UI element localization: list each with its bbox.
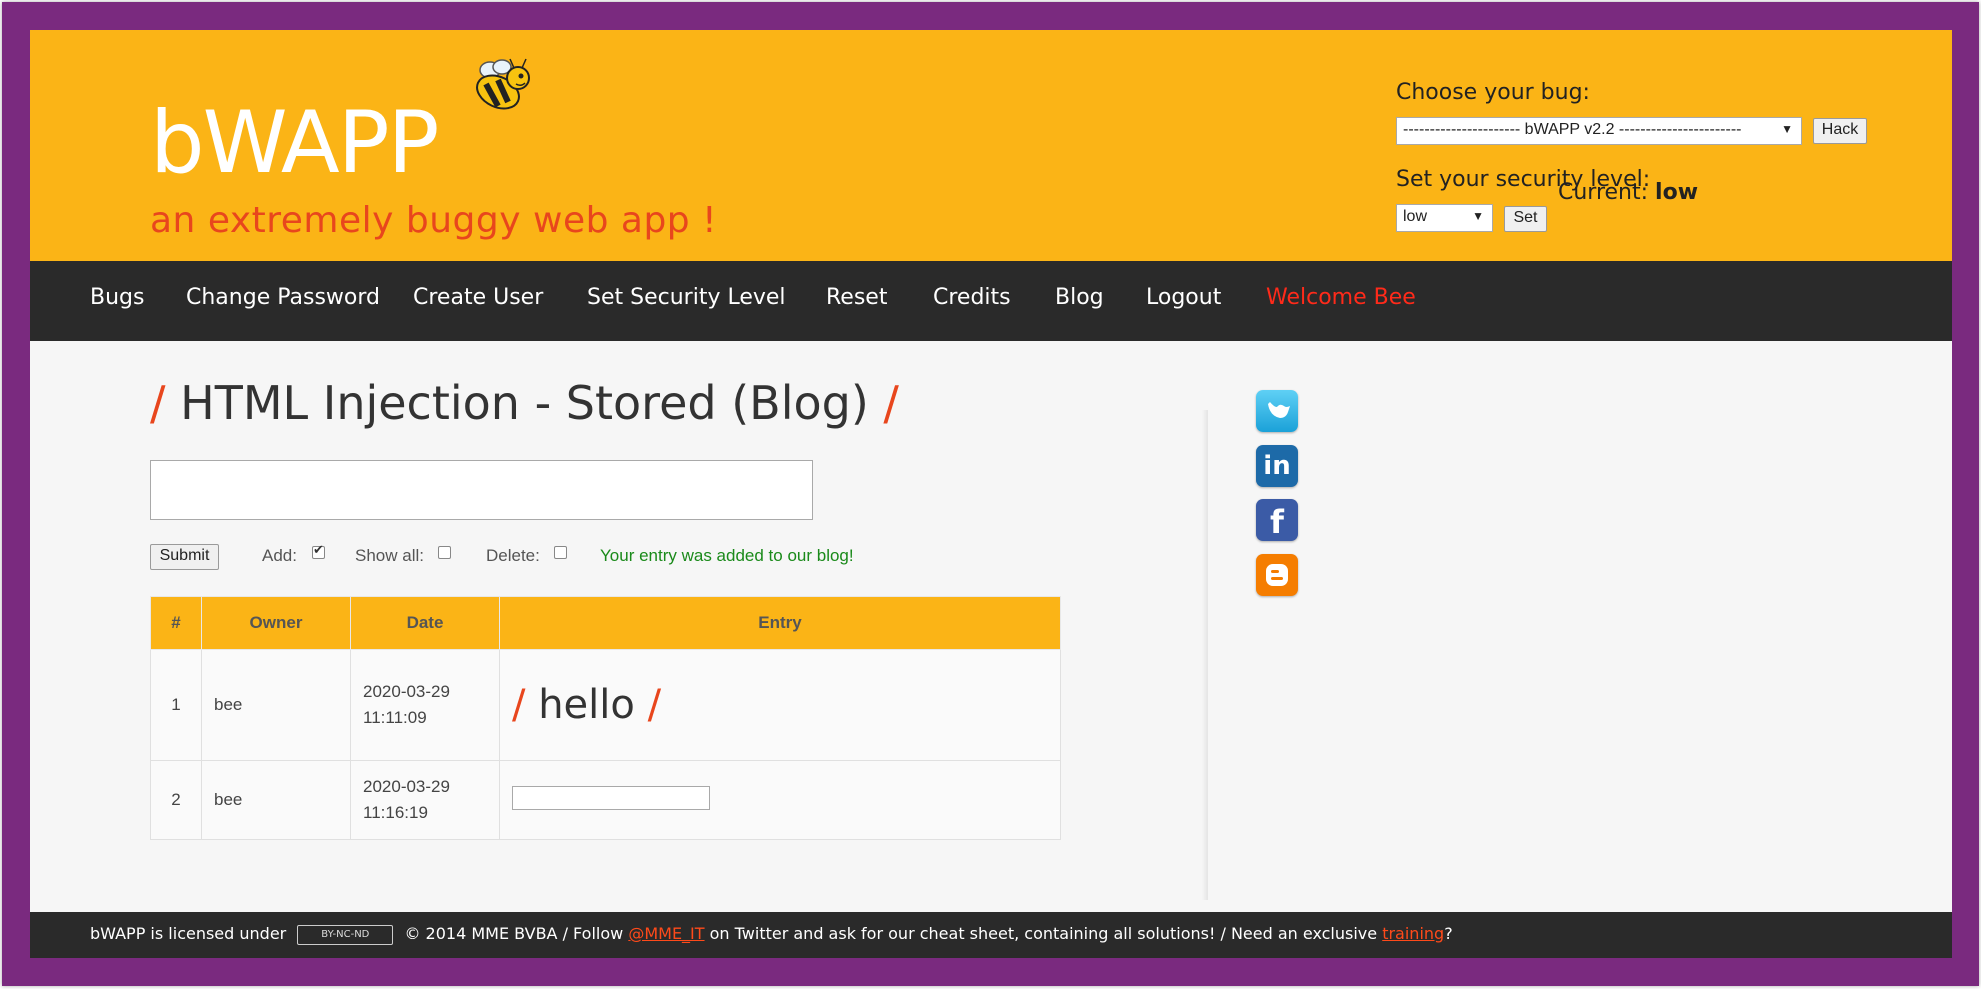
col-num-header: # (150, 596, 202, 650)
footer: bWAPP is licensed under BY-NC-ND © 2014 … (30, 912, 1952, 958)
set-button[interactable]: Set (1504, 206, 1547, 232)
twitter-icon[interactable] (1256, 390, 1298, 432)
table-row: 1 bee 2020-03-29 11:11:09 / hello / (150, 649, 1061, 761)
entry-slash-right: / (647, 682, 662, 728)
blogger-icon[interactable] (1256, 554, 1298, 596)
delete-checkbox[interactable] (554, 546, 567, 559)
nav-credits[interactable]: Credits (933, 285, 1011, 310)
cc-license-badge[interactable]: BY-NC-ND (297, 924, 394, 945)
row-date: 2020-03-29 11:16:19 (350, 760, 500, 840)
nav-blog[interactable]: Blog (1055, 285, 1104, 310)
show-all-checkbox[interactable] (438, 546, 451, 559)
training-link[interactable]: training (1382, 924, 1444, 943)
col-entry-header: Entry (499, 596, 1061, 650)
footer-text: bWAPP is licensed under BY-NC-ND © 2014 … (90, 924, 1453, 945)
logo: bWAPP (150, 93, 439, 193)
row-date-day: 2020-03-29 (363, 777, 450, 796)
sidebar-divider (1202, 410, 1208, 900)
table-row: 2 bee 2020-03-29 11:16:19 (150, 760, 1061, 840)
row-date: 2020-03-29 11:11:09 (350, 649, 500, 761)
entry-slash-left: / (512, 682, 526, 728)
row-date-time: 11:11:09 (363, 708, 427, 727)
page: bWAPP an extremely buggy web app ! Choos… (30, 30, 1952, 958)
footer-cheat-sheet-text: on Twitter and ask for our cheat sheet, … (709, 924, 1378, 943)
bug-select[interactable]: ---------------------- bWAPP v2.2 ------… (1396, 117, 1802, 145)
row-entry: / hello / (499, 649, 1061, 761)
footer-license-text: bWAPP is licensed under (90, 924, 287, 943)
tagline: an extremely buggy web app ! (150, 200, 718, 241)
row-owner: bee (201, 760, 351, 840)
row-num: 1 (150, 649, 202, 761)
window-frame: bWAPP an extremely buggy web app ! Choos… (2, 2, 1979, 986)
security-select[interactable]: low ▼ (1396, 204, 1493, 232)
title-slash-left: / (150, 376, 166, 430)
blogger-b-icon (1266, 564, 1288, 586)
security-select-value: low (1403, 208, 1428, 225)
add-checkbox[interactable] (312, 543, 325, 559)
current-value: low (1655, 180, 1699, 205)
col-date-header: Date (350, 596, 500, 650)
linkedin-icon[interactable]: in (1256, 445, 1298, 487)
add-label: Add: (262, 546, 297, 565)
twitter-link[interactable]: @MME_IT (628, 924, 704, 943)
hack-button[interactable]: Hack (1813, 118, 1867, 144)
status-message: Your entry was added to our blog! (600, 546, 854, 565)
table-header-row: # Owner Date Entry (150, 596, 1061, 650)
nav-change-password[interactable]: Change Password (186, 285, 380, 310)
nav-create-user[interactable]: Create User (413, 285, 543, 310)
submit-button[interactable]: Submit (150, 544, 219, 570)
blog-entry-textarea[interactable] (150, 460, 813, 520)
footer-copyright-text: © 2014 MME BVBA / Follow (404, 924, 624, 943)
current-label: Current: (1558, 180, 1649, 205)
bug-select-value: ---------------------- bWAPP v2.2 ------… (1403, 121, 1742, 138)
nav-reset[interactable]: Reset (826, 285, 887, 310)
blog-table: # Owner Date Entry 1 bee 2020-03-29 11:1… (150, 596, 1061, 840)
col-owner-header: Owner (201, 596, 351, 650)
page-title-text: HTML Injection - Stored (Blog) (180, 376, 869, 430)
row-owner: bee (201, 649, 351, 761)
row-num: 2 (150, 760, 202, 840)
injected-input-field[interactable] (512, 785, 710, 810)
bee-icon (476, 58, 530, 110)
choose-bug-label: Choose your bug: (1396, 80, 1590, 105)
row-date-day: 2020-03-29 (363, 682, 450, 701)
title-slash-right: / (883, 376, 899, 430)
facebook-icon[interactable]: f (1256, 499, 1298, 541)
nav-bar: Bugs Change Password Create User Set Sec… (30, 261, 1952, 341)
footer-end-text: ? (1444, 924, 1453, 943)
row-entry (499, 760, 1061, 840)
nav-set-security-level[interactable]: Set Security Level (587, 285, 786, 310)
twitter-bird-icon (1268, 402, 1290, 418)
entry-heading: / hello / (512, 682, 661, 728)
entry-text: hello (538, 682, 635, 728)
row-date-time: 11:16:19 (363, 803, 428, 822)
chevron-down-icon: ▼ (1472, 209, 1484, 223)
chevron-down-icon: ▼ (1781, 122, 1793, 136)
header: bWAPP an extremely buggy web app ! Choos… (30, 30, 1952, 261)
delete-label: Delete: (486, 546, 540, 565)
nav-logout[interactable]: Logout (1146, 285, 1221, 310)
page-title: / HTML Injection - Stored (Blog) / (150, 380, 899, 426)
nav-welcome[interactable]: Welcome Bee (1266, 285, 1416, 310)
show-all-label: Show all: (355, 546, 424, 565)
current-level: Current: low (1558, 180, 1698, 205)
nav-bugs[interactable]: Bugs (90, 285, 144, 310)
